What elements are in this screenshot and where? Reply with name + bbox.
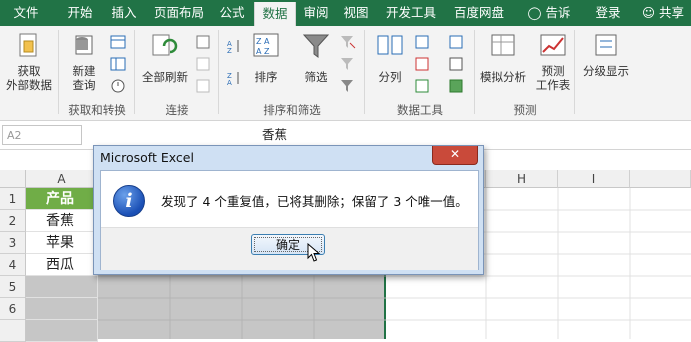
edit-links-icon[interactable]: [195, 78, 211, 94]
group-separator: [574, 30, 575, 114]
ribbon-tab-bar: 文件 开始 插入 页面布局 公式 数据 审阅 视图 开发工具 百度网盘 ◯ 告诉…: [0, 0, 691, 46]
sort-ascending-icon[interactable]: AZ: [226, 38, 242, 54]
mouse-cursor-icon: [307, 243, 321, 262]
forecast-sheet-button[interactable]: 预测 工作表: [530, 28, 576, 100]
new-query-button[interactable]: 新建 查询: [64, 28, 104, 100]
tab-page-layout[interactable]: 页面布局: [148, 0, 210, 26]
row-header-2[interactable]: 2: [0, 210, 26, 232]
reapply-filter-icon[interactable]: [340, 56, 356, 72]
group-separator: [474, 30, 475, 114]
svg-text:A: A: [227, 79, 232, 86]
relationships-icon[interactable]: [448, 56, 464, 72]
cell-a4[interactable]: 西瓜: [26, 254, 98, 276]
filter-funnel-icon: [302, 34, 330, 58]
connections-icon[interactable]: [195, 34, 211, 50]
row-header-3[interactable]: 3: [0, 232, 26, 254]
information-icon: i: [113, 185, 145, 217]
row-header-1[interactable]: 1: [0, 188, 26, 210]
cell-a3[interactable]: 苹果: [26, 232, 98, 254]
group-separator: [218, 30, 219, 114]
group-label-connections: 连接: [165, 103, 189, 117]
column-header-a[interactable]: A: [26, 170, 98, 188]
sort-dialog-icon: Z A A Z: [253, 33, 279, 57]
dialog-message: 发现了 4 个重复值，已将其删除；保留了 3 个唯一值。: [161, 194, 468, 209]
tab-baidu[interactable]: 百度网盘: [448, 0, 510, 26]
lightbulb-icon: ◯: [527, 5, 542, 20]
data-validation-icon[interactable]: [414, 78, 430, 94]
sort-descending-icon[interactable]: ZA: [226, 70, 242, 86]
row-header-4[interactable]: 4: [0, 254, 26, 276]
tab-formulas[interactable]: 公式: [212, 0, 252, 26]
row-header-6[interactable]: 6: [0, 298, 26, 320]
what-if-analysis-button[interactable]: 模拟分析: [478, 28, 528, 100]
text-to-columns-button[interactable]: 分列: [370, 28, 410, 100]
tab-home[interactable]: 开始: [60, 0, 100, 26]
svg-text:A Z: A Z: [256, 47, 270, 56]
name-box[interactable]: A2: [2, 125, 82, 145]
flash-fill-icon[interactable]: [414, 34, 430, 50]
filter-button[interactable]: 筛选: [296, 28, 336, 100]
select-all-corner[interactable]: [0, 170, 26, 188]
tab-data[interactable]: 数据: [254, 2, 296, 26]
column-header-h[interactable]: H: [486, 170, 558, 188]
dialog-body: i 发现了 4 个重复值，已将其删除；保留了 3 个唯一值。 确定: [100, 170, 479, 270]
remove-duplicates-icon[interactable]: [414, 56, 430, 72]
query-table-icon: [75, 35, 93, 55]
tab-insert[interactable]: 插入: [104, 0, 144, 26]
user-icon: ☺: [641, 5, 656, 20]
database-doc-icon: [19, 33, 37, 57]
group-separator: [134, 30, 135, 114]
dialog-title: Microsoft Excel: [100, 150, 194, 165]
refresh-icon: [152, 34, 178, 56]
tab-review[interactable]: 审阅: [298, 0, 334, 26]
ribbon: 获取 外部数据 新建 查询 获取和转换 全部刷新 连接 AZ ZA Z A A …: [0, 26, 691, 121]
outline-icon: [595, 34, 617, 56]
message-dialog: Microsoft Excel ✕ i 发现了 4 个重复值，已将其删除；保留了…: [93, 145, 484, 275]
get-external-data-button[interactable]: 获取 外部数据: [6, 28, 52, 100]
forecast-chart-icon: [540, 34, 566, 56]
group-separator: [58, 30, 59, 114]
data-model-icon[interactable]: [448, 78, 464, 94]
cell-a2[interactable]: 香蕉: [26, 210, 98, 232]
dialog-close-button[interactable]: ✕: [432, 146, 478, 165]
share-button[interactable]: ☺ 共享: [638, 0, 688, 26]
group-label-data-tools: 数据工具: [397, 103, 443, 117]
advanced-filter-icon[interactable]: [340, 78, 356, 94]
group-label-sort-filter: 排序和筛选: [263, 103, 321, 117]
group-label-get-transform: 获取和转换: [68, 103, 126, 117]
login-link[interactable]: 登录: [590, 0, 626, 26]
tell-me-box[interactable]: ◯ 告诉我...: [516, 0, 582, 46]
show-queries-icon[interactable]: [110, 34, 126, 50]
formula-input[interactable]: 香蕉: [262, 125, 287, 145]
properties-icon[interactable]: [195, 56, 211, 72]
what-if-icon: [491, 34, 515, 56]
group-separator: [364, 30, 365, 114]
group-label-forecast: 预测: [513, 103, 537, 117]
row-header-5[interactable]: 5: [0, 276, 26, 298]
svg-text:Z A: Z A: [256, 37, 270, 46]
cell-a6[interactable]: [26, 298, 98, 320]
outline-button[interactable]: 分级显示: [578, 28, 634, 100]
column-header-i[interactable]: I: [558, 170, 630, 188]
column-header-j[interactable]: [630, 170, 691, 188]
recent-sources-icon[interactable]: [110, 78, 126, 94]
cell-a5[interactable]: [26, 276, 98, 298]
sort-button[interactable]: Z A A Z 排序: [248, 28, 284, 100]
cell-a1[interactable]: 产品: [26, 188, 98, 210]
split-columns-icon: [377, 35, 403, 55]
clear-filter-icon[interactable]: [340, 34, 356, 50]
tab-developer[interactable]: 开发工具: [380, 0, 442, 26]
svg-text:Z: Z: [227, 47, 232, 54]
from-table-icon[interactable]: [110, 56, 126, 72]
refresh-all-button[interactable]: 全部刷新: [140, 28, 190, 100]
tab-file[interactable]: 文件: [6, 0, 46, 26]
consolidate-icon[interactable]: [448, 34, 464, 50]
tab-view[interactable]: 视图: [338, 0, 374, 26]
